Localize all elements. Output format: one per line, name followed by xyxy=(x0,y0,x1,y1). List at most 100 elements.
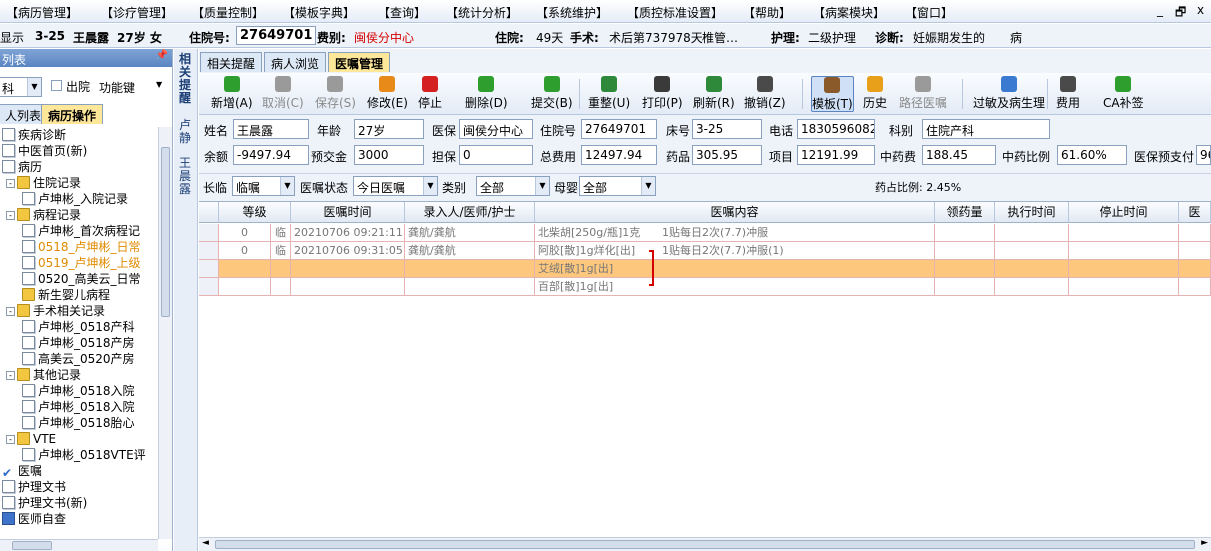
trash-button[interactable]: 撤销(Z) xyxy=(744,76,786,112)
dept-field[interactable]: 住院产科 xyxy=(922,119,1050,139)
mother-baby-combo[interactable]: 全部 ▼ xyxy=(579,176,656,196)
tree-node[interactable]: 卢坤彬_0518产房 xyxy=(22,335,135,351)
tree-node[interactable]: 卢坤彬_0518胎心 xyxy=(22,415,135,431)
age-field[interactable]: 27岁 xyxy=(354,119,424,139)
column-header[interactable]: 医 xyxy=(1179,202,1211,223)
hscroll-thumb[interactable] xyxy=(215,540,1195,549)
template-button[interactable]: 模板(T) xyxy=(811,76,854,112)
tree-node[interactable]: 卢坤彬_0518VTE评 xyxy=(22,447,146,463)
chevron-down-icon[interactable]: ▼ xyxy=(156,80,162,89)
column-header[interactable]: 执行时间 xyxy=(995,202,1069,223)
tree-node[interactable]: 中医首页(新) xyxy=(2,143,87,159)
allergy-button[interactable]: 过敏及病生理 xyxy=(973,76,1045,112)
scroll-left-icon[interactable]: ◄ xyxy=(202,538,209,548)
tree-node[interactable]: - 住院记录 xyxy=(6,175,81,191)
table-cell[interactable]: 百部[散]1g[出] xyxy=(535,278,935,296)
table-cell[interactable]: 临 xyxy=(271,242,291,260)
menu-query[interactable]: 【查询】 xyxy=(378,4,426,21)
stop-button[interactable]: 停止 xyxy=(418,76,442,112)
table-cell[interactable] xyxy=(1179,242,1211,260)
tree-node[interactable]: 0519_卢坤彬_上级 xyxy=(22,255,141,271)
total-field[interactable]: 12497.94 xyxy=(581,145,657,165)
table-cell[interactable]: 阿胶[散]1g烊化[出] 1贴每日2次(7.7)冲服(1) xyxy=(535,242,935,260)
minimize-icon[interactable]: _ xyxy=(1157,3,1163,17)
tree-node[interactable]: 0520_高美云_日常 xyxy=(22,271,141,287)
printer-button[interactable]: 打印(P) xyxy=(642,76,683,112)
bed-field[interactable]: 3-25 xyxy=(692,119,762,139)
hscroll-thumb[interactable] xyxy=(12,541,52,550)
table-cell[interactable]: 艾绒[散]1g[出] xyxy=(535,260,935,278)
restore-icon[interactable]: 🗗 xyxy=(1175,3,1186,24)
table-cell[interactable] xyxy=(1179,224,1211,242)
table-cell[interactable]: 20210706 09:31:05 xyxy=(291,242,405,260)
menu-template[interactable]: 【模板字典】 xyxy=(283,4,355,21)
table-cell[interactable] xyxy=(995,242,1069,260)
tree-node[interactable]: 0518_卢坤彬_日常 xyxy=(22,239,141,255)
menu-diagnosis[interactable]: 【诊疗管理】 xyxy=(101,4,173,21)
menu-case-module[interactable]: 【病案模块】 xyxy=(813,4,885,21)
phone-field[interactable]: 18305960826 xyxy=(797,119,875,139)
pin-icon[interactable]: 📌 xyxy=(156,50,168,61)
table-cell[interactable] xyxy=(935,224,995,242)
tree-node[interactable]: 护理文书(新) xyxy=(2,495,87,511)
scroll-thumb[interactable] xyxy=(161,147,170,317)
menu-system[interactable]: 【系统维护】 xyxy=(536,4,608,21)
table-cell[interactable] xyxy=(1069,242,1179,260)
collapse-icon[interactable]: - xyxy=(6,211,15,220)
table-cell[interactable]: 20210706 09:21:11 xyxy=(291,224,405,242)
column-header[interactable]: 停止时间 xyxy=(1069,202,1179,223)
collapse-icon[interactable]: - xyxy=(6,179,15,188)
row-header[interactable] xyxy=(199,242,219,260)
table-cell[interactable]: 北柴胡[250g/瓶]1克 1贴每日2次(7.7)冲服 xyxy=(535,224,935,242)
chevron-down-icon[interactable]: ▼ xyxy=(535,177,549,195)
table-cell[interactable] xyxy=(995,260,1069,278)
discharged-checkbox[interactable] xyxy=(51,80,62,91)
save-button[interactable]: 保存(S) xyxy=(315,76,356,112)
tree-node[interactable]: - VTE xyxy=(6,431,56,447)
table-cell[interactable] xyxy=(1179,260,1211,278)
chevron-down-icon[interactable]: ▼ xyxy=(27,78,41,96)
table-cell[interactable] xyxy=(405,278,535,296)
prepay-field[interactable]: 96 xyxy=(1196,145,1211,165)
column-header[interactable]: 等级 xyxy=(219,202,291,223)
chevron-down-icon[interactable]: ▼ xyxy=(280,177,294,195)
tree-node[interactable]: 新生婴儿病程 xyxy=(22,287,110,303)
chevron-down-icon[interactable]: ▼ xyxy=(423,177,437,195)
table-cell[interactable]: 龚航/龚航 xyxy=(405,224,535,242)
tree-node[interactable]: - 病程记录 xyxy=(6,207,81,223)
table-cell[interactable] xyxy=(995,278,1069,296)
tree-hscrollbar[interactable] xyxy=(0,539,158,551)
menu-quality[interactable]: 【质量控制】 xyxy=(192,4,264,21)
ca-sign-button[interactable]: CA补签 xyxy=(1103,76,1144,112)
table-cell[interactable] xyxy=(1069,260,1179,278)
insurance-field[interactable]: 闽侯分中心 xyxy=(459,119,533,139)
column-header[interactable]: 录入人/医师/护士 xyxy=(405,202,535,223)
table-cell[interactable] xyxy=(1069,224,1179,242)
department-combo[interactable]: 科 ▼ xyxy=(0,77,42,97)
guarantee-field[interactable]: 0 xyxy=(459,145,533,165)
scroll-right-icon[interactable]: ► xyxy=(1201,538,1208,548)
table-cell[interactable] xyxy=(271,278,291,296)
tcm-fee-field[interactable]: 188.45 xyxy=(922,145,996,165)
admission-field[interactable]: 27649701 xyxy=(581,119,657,139)
grid-hscrollbar[interactable]: ◄ ► xyxy=(199,537,1211,551)
tree-node[interactable]: - 手术相关记录 xyxy=(6,303,105,319)
reorganize-button[interactable]: 重整(U) xyxy=(588,76,630,112)
table-cell[interactable]: 0 xyxy=(219,224,271,242)
row-header[interactable] xyxy=(199,278,219,296)
tree-node[interactable]: 疾病诊断 xyxy=(2,127,66,143)
tree-node[interactable]: 卢坤彬_0518入院 xyxy=(22,383,135,399)
info-admission-number[interactable]: 27649701 xyxy=(236,26,317,45)
undo-button[interactable]: 取消(C) xyxy=(262,76,304,112)
category-combo[interactable]: 全部 ▼ xyxy=(476,176,550,196)
row-header[interactable] xyxy=(199,224,219,242)
tree-node[interactable]: 病历 xyxy=(2,159,42,175)
tree-node[interactable]: 卢坤彬_首次病程记 xyxy=(22,223,140,239)
tree-node[interactable]: 护理文书 xyxy=(2,479,66,495)
menu-medical-record[interactable]: 【病历管理】 xyxy=(6,4,78,21)
history-button[interactable]: 历史 xyxy=(863,76,887,112)
table-cell[interactable] xyxy=(219,278,271,296)
tree-node[interactable]: - 其他记录 xyxy=(6,367,81,383)
table-cell[interactable]: 龚航/龚航 xyxy=(405,242,535,260)
tree-node[interactable]: ✔ 医嘱 xyxy=(2,463,42,480)
